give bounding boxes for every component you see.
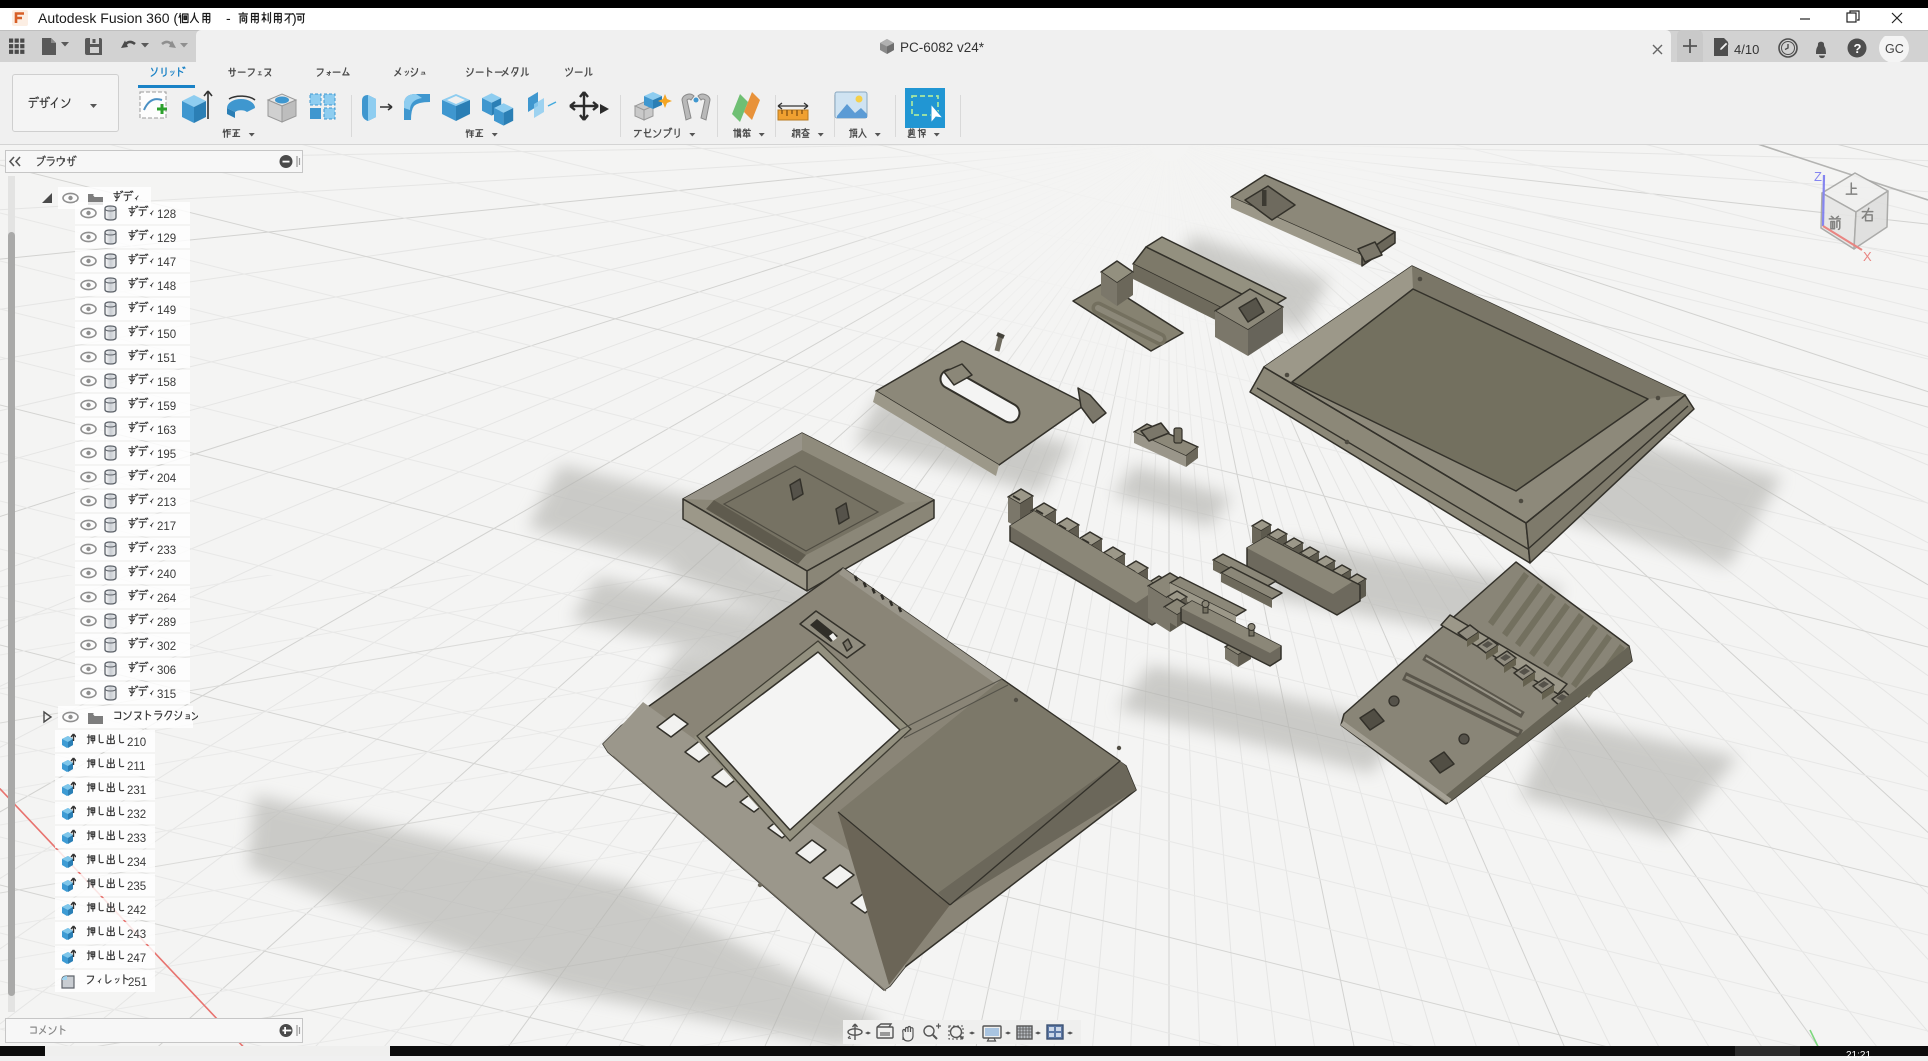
svg-text:Autodesk Fusion 360 (: Autodesk Fusion 360 ( <box>38 10 178 26</box>
svg-text:147: 147 <box>157 257 176 269</box>
svg-text:150: 150 <box>157 329 176 341</box>
svg-text:211: 211 <box>127 761 145 773</box>
svg-text:251: 251 <box>128 977 147 989</box>
svg-text:?: ? <box>1854 41 1862 56</box>
svg-text:289: 289 <box>157 617 176 629</box>
svg-text:159: 159 <box>157 401 176 413</box>
svg-text:): ) <box>292 10 297 26</box>
svg-text:128: 128 <box>157 209 176 221</box>
svg-text:232: 232 <box>127 809 146 821</box>
svg-text:195: 195 <box>157 449 176 461</box>
svg-text:240: 240 <box>157 569 176 581</box>
svg-text:4/10: 4/10 <box>1734 42 1759 57</box>
svg-text:X: X <box>1863 249 1872 264</box>
svg-text:213: 213 <box>157 497 176 509</box>
svg-text:233: 233 <box>157 545 176 557</box>
svg-text:217: 217 <box>157 521 176 533</box>
svg-text:247: 247 <box>127 953 146 965</box>
svg-text:306: 306 <box>157 665 176 677</box>
svg-text:242: 242 <box>127 905 146 917</box>
svg-text:302: 302 <box>157 641 176 653</box>
svg-text:243: 243 <box>127 929 146 941</box>
svg-text:151: 151 <box>157 353 176 365</box>
svg-text:GC: GC <box>1885 42 1904 56</box>
svg-text:PC-6082 v24*: PC-6082 v24* <box>900 40 985 55</box>
svg-text:210: 210 <box>127 737 146 749</box>
svg-text:235: 235 <box>127 881 146 893</box>
svg-text:149: 149 <box>157 305 176 317</box>
svg-text:233: 233 <box>127 833 146 845</box>
svg-text:-: - <box>226 10 231 26</box>
svg-text:158: 158 <box>157 377 176 389</box>
svg-text:148: 148 <box>157 281 176 293</box>
svg-text:163: 163 <box>157 425 176 437</box>
svg-text:264: 264 <box>157 593 177 605</box>
svg-text:315: 315 <box>157 689 176 701</box>
svg-text:234: 234 <box>127 857 147 869</box>
svg-text:129: 129 <box>157 233 176 245</box>
svg-text:204: 204 <box>157 473 177 485</box>
svg-text:Z: Z <box>1814 169 1822 184</box>
svg-text:231: 231 <box>127 785 146 797</box>
